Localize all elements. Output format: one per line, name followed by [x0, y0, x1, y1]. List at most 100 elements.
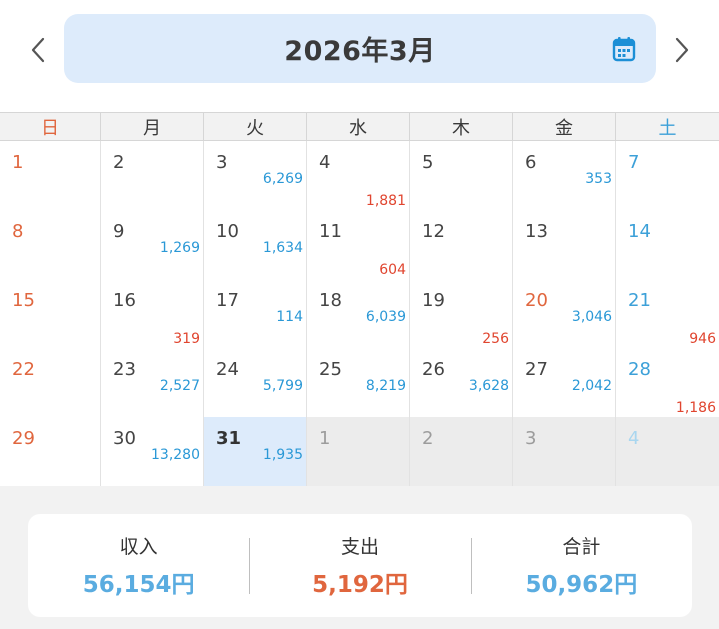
day-number: 6	[525, 152, 537, 173]
day-income-amount: 13,280	[151, 447, 200, 463]
day-number: 25	[319, 359, 342, 380]
day-cell[interactable]: 15	[0, 279, 101, 348]
day-cell[interactable]: 21 946	[616, 279, 719, 348]
day-number: 23	[113, 359, 136, 380]
day-number: 4	[319, 152, 331, 173]
day-number: 27	[525, 359, 548, 380]
day-number: 30	[113, 428, 136, 449]
net-total: 50,962円	[525, 572, 638, 598]
day-cell[interactable]: 26 3,628	[410, 348, 513, 417]
summary-card: 収入 56,154円 支出 5,192円 合計 50,962円	[28, 514, 692, 617]
day-cell[interactable]: 24 5,799	[204, 348, 307, 417]
total-summary: 合計 50,962円	[470, 514, 692, 617]
calendar-week-row: 22 23 2,527 24 5,799 25 8,219 26 3,628 27 2,042 28 1…	[0, 348, 719, 417]
day-income-amount: 5,799	[262, 378, 303, 394]
day-income-amount: 3,628	[468, 378, 509, 394]
day-cell[interactable]: 19 256	[410, 279, 513, 348]
expense-total: 5,192円	[312, 572, 408, 598]
day-number: 5	[422, 152, 434, 173]
weekday-label: 金	[513, 113, 616, 140]
day-cell[interactable]: 3 6,269	[204, 141, 307, 210]
day-cell[interactable]: 6 353	[513, 141, 616, 210]
day-cell[interactable]: 1	[307, 417, 410, 486]
weekday-label: 火	[204, 113, 307, 140]
income-label: 収入	[119, 536, 158, 558]
day-number: 12	[422, 221, 445, 242]
day-number: 9	[113, 221, 125, 242]
day-cell[interactable]: 27 2,042	[513, 348, 616, 417]
calendar-week-row: 8 9 1,269 10 1,634 11 604 12 13 14	[0, 210, 719, 279]
income-summary: 収入 56,154円	[28, 514, 249, 617]
day-cell[interactable]: 28 1,186	[616, 348, 719, 417]
day-number: 18	[319, 290, 342, 311]
day-number: 2	[113, 152, 125, 173]
day-expense-amount: 946	[689, 331, 716, 347]
calendar-week-row: 1 2 3 6,269 4 1,881 5 6 353 7	[0, 141, 719, 210]
weekday-header: 日月火水木金 土	[0, 112, 719, 141]
day-cell[interactable]: 2	[410, 417, 513, 486]
weekday-label: 月	[101, 113, 204, 140]
month-selector[interactable]: 2026年3月	[64, 14, 656, 83]
calendar-grid: 1 2 3 6,269 4 1,881 5 6 353 7 8 9 1,269 10 1,634 11 604 1…	[0, 141, 719, 486]
day-cell[interactable]: 18 6,039	[307, 279, 410, 348]
day-cell[interactable]: 30 13,280	[101, 417, 204, 486]
next-month-button[interactable]	[664, 30, 700, 70]
day-expense-amount: 604	[379, 262, 406, 278]
day-number: 3	[525, 428, 537, 449]
day-number: 7	[628, 152, 640, 173]
day-number: 28	[628, 359, 651, 380]
day-income-amount: 353	[585, 171, 612, 187]
weekday-label: 水	[307, 113, 410, 140]
day-cell[interactable]: 13	[513, 210, 616, 279]
day-number: 1	[319, 428, 331, 449]
day-number: 15	[12, 290, 35, 311]
calendar-week-row: 15 16 319 17 114 18 6,039 19 256 20 3,046 21 946	[0, 279, 719, 348]
day-cell[interactable]: 5	[410, 141, 513, 210]
day-income-amount: 2,042	[571, 378, 612, 394]
day-cell[interactable]: 16 319	[101, 279, 204, 348]
day-number: 16	[113, 290, 136, 311]
day-cell[interactable]: 3	[513, 417, 616, 486]
day-cell[interactable]: 11 604	[307, 210, 410, 279]
calendar-header: 2026年3月	[0, 0, 719, 112]
day-cell[interactable]: 9 1,269	[101, 210, 204, 279]
chevron-right-icon	[675, 37, 689, 63]
day-number: 13	[525, 221, 548, 242]
day-number: 4	[628, 428, 640, 449]
weekday-label: 木	[410, 113, 513, 140]
day-number: 22	[12, 359, 35, 380]
day-expense-amount: 1,186	[675, 400, 716, 416]
day-cell[interactable]: 17 114	[204, 279, 307, 348]
day-cell[interactable]: 12	[410, 210, 513, 279]
day-number: 19	[422, 290, 445, 311]
chevron-left-icon	[31, 37, 45, 63]
day-cell[interactable]: 14	[616, 210, 719, 279]
day-number: 29	[12, 428, 35, 449]
day-cell[interactable]: 7	[616, 141, 719, 210]
day-income-amount: 114	[276, 309, 303, 325]
income-total: 56,154円	[82, 572, 195, 598]
day-income-amount: 6,269	[262, 171, 303, 187]
day-cell[interactable]: 2	[101, 141, 204, 210]
day-cell-today[interactable]: 31 1,935	[204, 417, 307, 486]
expense-label: 支出	[340, 536, 379, 558]
day-cell[interactable]: 10 1,634	[204, 210, 307, 279]
day-cell[interactable]: 8	[0, 210, 101, 279]
day-number: 2	[422, 428, 434, 449]
day-cell[interactable]: 23 2,527	[101, 348, 204, 417]
day-cell[interactable]: 1	[0, 141, 101, 210]
day-cell[interactable]: 4	[616, 417, 719, 486]
day-number: 11	[319, 221, 342, 242]
day-number: 14	[628, 221, 651, 242]
day-cell[interactable]: 22	[0, 348, 101, 417]
day-cell[interactable]: 4 1,881	[307, 141, 410, 210]
day-number: 17	[216, 290, 239, 311]
weekday-label: 日	[0, 113, 101, 140]
day-income-amount: 3,046	[571, 309, 612, 325]
calendar-icon[interactable]	[612, 36, 636, 62]
day-cell[interactable]: 25 8,219	[307, 348, 410, 417]
day-cell[interactable]: 20 3,046	[513, 279, 616, 348]
day-cell[interactable]: 29	[0, 417, 101, 486]
expense-summary: 支出 5,192円	[249, 514, 470, 617]
prev-month-button[interactable]	[20, 30, 56, 70]
